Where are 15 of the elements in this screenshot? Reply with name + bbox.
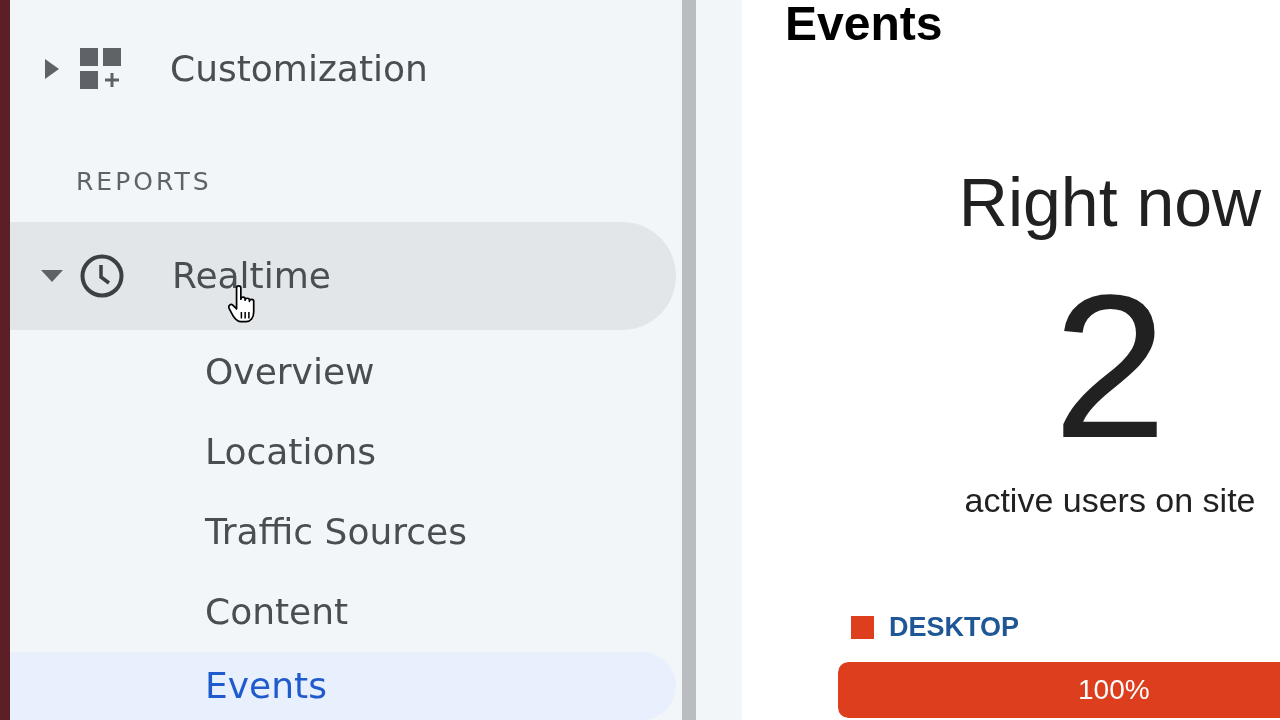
nav-group-item[interactable]: Customization: [10, 26, 676, 112]
page-title: Events: [785, 0, 943, 48]
active-user-count: 2: [1053, 263, 1167, 468]
grid-plus-icon: [80, 48, 122, 90]
nav-subitem[interactable]: Events: [10, 652, 676, 720]
legend-label: DESKTOP: [889, 614, 1020, 641]
clock-icon: [80, 254, 124, 298]
count-caption: active users on site: [964, 483, 1256, 517]
nav-subitem[interactable]: Locations: [10, 412, 676, 492]
section-heading: REPORTS: [75, 167, 212, 197]
percent-label: 100%: [1078, 676, 1150, 704]
nav-subitem[interactable]: Overview: [10, 332, 676, 412]
nav-group-item[interactable]: Realtime: [10, 222, 676, 330]
nav-subitem[interactable]: Traffic Sources: [10, 492, 676, 572]
nav-subitem[interactable]: Content: [10, 572, 676, 652]
